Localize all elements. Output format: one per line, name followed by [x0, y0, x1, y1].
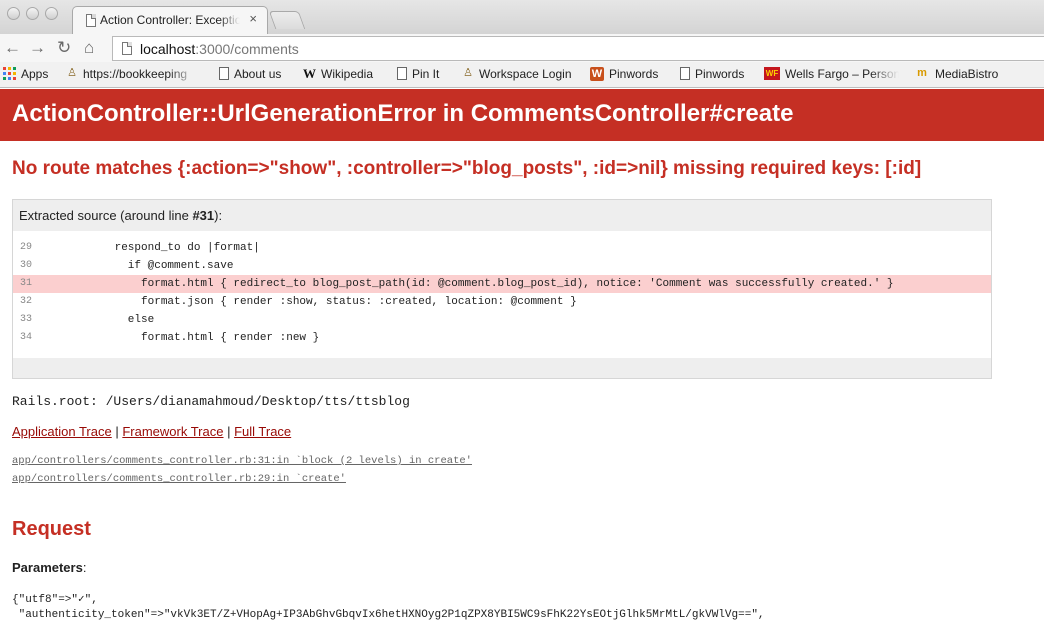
code-line: 34 format.html { render :new }: [20, 332, 320, 344]
browser-tab-active[interactable]: Action Controller: Exception caught ×: [72, 6, 268, 34]
bookmark-pin-it[interactable]: Pin It: [397, 67, 439, 85]
code-line: 33 else: [20, 314, 155, 326]
code-line: 30 if @comment.save: [20, 260, 234, 272]
page-icon: [397, 67, 407, 80]
bookmark-label: https://bookkeeping: [83, 67, 188, 81]
window-zoom-button[interactable]: [45, 7, 58, 20]
bookmark-pinwords[interactable]: W Pinwords: [590, 67, 658, 85]
mediabistro-icon: m: [917, 67, 927, 79]
browser-titlebar: Action Controller: Exception caught ×: [0, 0, 1044, 34]
bookmark-wikipedia[interactable]: W Wikipedia: [303, 67, 373, 85]
url-text[interactable]: localhost:3000/comments: [140, 41, 299, 57]
separator: |: [223, 424, 235, 439]
error-message: No route matches {:action=>"show", :cont…: [12, 158, 922, 179]
code-line-highlighted: 31 format.html { redirect_to blog_post_p…: [13, 275, 991, 293]
bookmark-pinwords-page[interactable]: Pinwords: [680, 67, 744, 85]
full-trace-link[interactable]: Full Trace: [234, 424, 291, 439]
bookmark-label: Pinwords: [695, 67, 745, 81]
bookmark-label: Pinwords: [609, 67, 659, 81]
bot-icon: ♙: [67, 67, 77, 79]
bookmark-about-us[interactable]: About us: [219, 67, 281, 85]
apps-grid-icon: [3, 67, 16, 80]
error-title: ActionController::UrlGenerationError in …: [12, 100, 794, 127]
page-icon: [122, 42, 132, 55]
window-minimize-button[interactable]: [26, 7, 39, 20]
address-bar[interactable]: localhost:3000/comments: [112, 36, 1044, 61]
bookmark-label: About us: [234, 67, 282, 81]
parameter-line: "authenticity_token"=>"vkVk3ET/Z+VHopAg+…: [12, 609, 765, 621]
bookmark-label: Apps: [21, 67, 49, 81]
trace-line[interactable]: app/controllers/comments_controller.rb:2…: [12, 473, 346, 485]
application-trace-link[interactable]: Application Trace: [12, 424, 112, 439]
rails-root: Rails.root: /Users/dianamahmoud/Desktop/…: [12, 394, 410, 409]
browser-toolbar: ← → ↻ ⌂ localhost:3000/comments: [0, 34, 1044, 62]
bookmark-mediabistro[interactable]: m MediaBistro: [914, 67, 998, 85]
parameter-line: {"utf8"=>"✓",: [12, 594, 98, 606]
bookmark-apps[interactable]: Apps: [3, 67, 48, 85]
bookmarks-bar: Apps ♙ https://bookkeeping About us W Wiki…: [0, 62, 1044, 88]
bookmark-label: Workspace Login: [479, 67, 572, 81]
bookmark-workspace-login[interactable]: ♙ Workspace Login: [462, 67, 572, 85]
code-line: 29 respond_to do |format|: [20, 242, 260, 254]
source-caption: Extracted source (around line #31):: [19, 208, 223, 223]
framework-trace-link[interactable]: Framework Trace: [122, 424, 223, 439]
bookmark-label: MediaBistro: [935, 67, 999, 81]
back-arrow-icon[interactable]: ←: [4, 37, 21, 59]
wikipedia-icon: W: [303, 66, 316, 81]
request-heading: Request: [12, 518, 91, 540]
source-code: 29 respond_to do |format| 30 if @comment…: [13, 231, 991, 358]
new-tab-button[interactable]: [268, 11, 306, 29]
bookmark-label: Wells Fargo – Personal: [785, 67, 899, 81]
error-header: ActionController::UrlGenerationError in …: [0, 89, 1044, 141]
reload-icon[interactable]: ↻: [57, 37, 71, 59]
trace-line[interactable]: app/controllers/comments_controller.rb:3…: [12, 455, 472, 467]
window-close-button[interactable]: [7, 7, 20, 20]
separator: |: [111, 424, 123, 439]
tab-title: Action Controller: Exception caught: [100, 13, 240, 27]
forward-arrow-icon[interactable]: →: [29, 37, 46, 59]
trace-toggle-links: Application Trace | Framework Trace | Fu…: [12, 424, 291, 439]
home-icon[interactable]: ⌂: [84, 37, 94, 59]
page-icon: [86, 14, 96, 27]
wells-fargo-icon: WF: [764, 67, 780, 80]
page-icon: [680, 67, 690, 80]
parameters-label: Parameters:: [12, 560, 87, 575]
code-line: 32 format.json { render :show, status: :…: [20, 296, 577, 308]
bookmark-bookkeeping[interactable]: ♙ https://bookkeeping: [66, 67, 197, 85]
bookmark-wells-fargo[interactable]: WF Wells Fargo – Personal: [764, 67, 899, 85]
extracted-source-panel: Extracted source (around line #31): 29 r…: [12, 199, 992, 379]
bot-icon: ♙: [463, 67, 473, 79]
pinwords-icon: W: [590, 67, 604, 81]
close-icon[interactable]: ×: [249, 11, 257, 26]
bookmark-label: Wikipedia: [321, 67, 374, 81]
page-icon: [219, 67, 229, 80]
bookmark-label: Pin It: [412, 67, 440, 81]
